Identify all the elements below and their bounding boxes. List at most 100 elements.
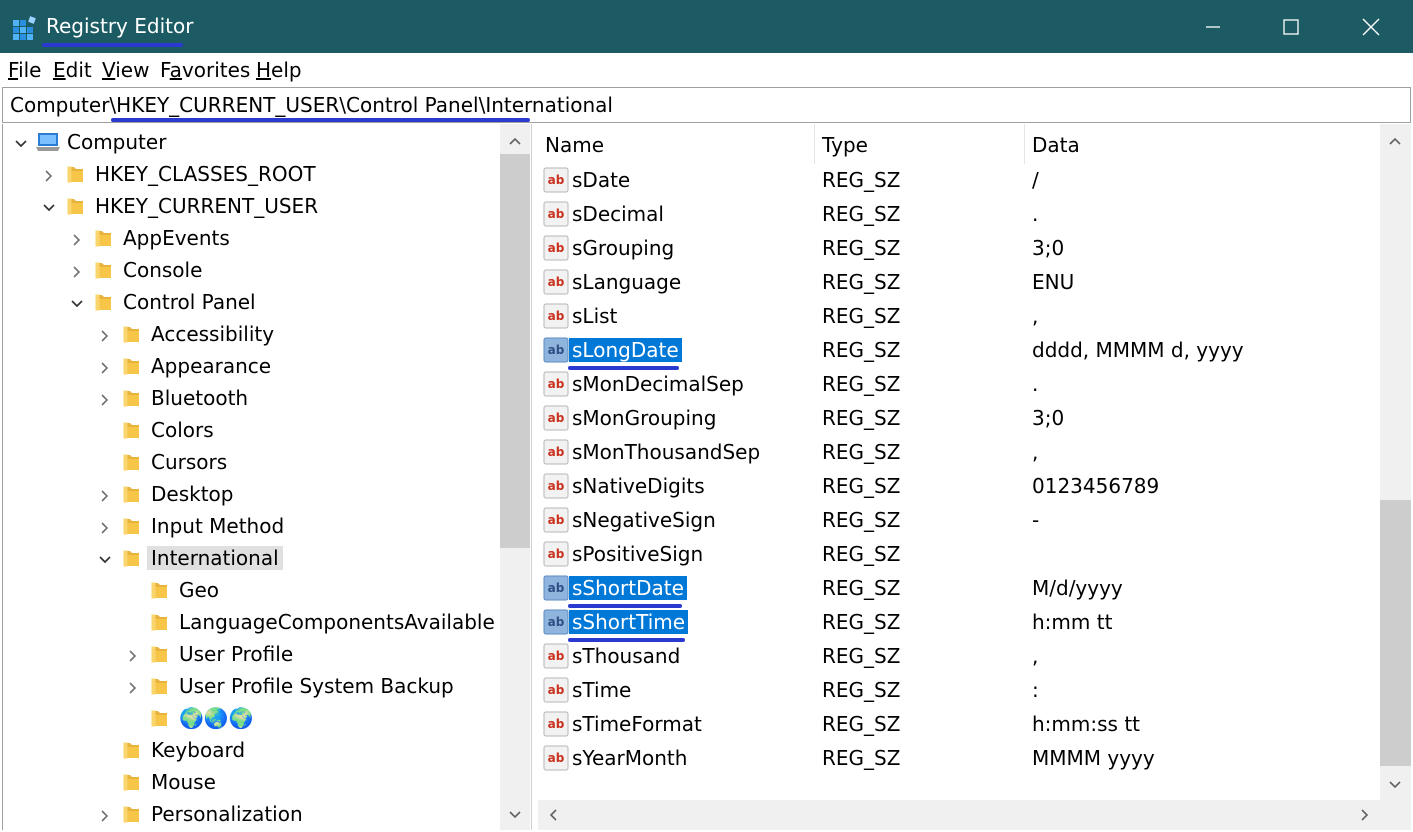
list-row[interactable]: ab sTime REG_SZ: bbox=[538, 674, 1380, 708]
list-row[interactable]: ab sPositiveSign REG_SZ bbox=[538, 538, 1380, 572]
tree-item[interactable]: Mouse bbox=[3, 766, 501, 798]
tree-item[interactable]: Colors bbox=[3, 414, 501, 446]
tree-item[interactable]: User Profile bbox=[3, 638, 501, 670]
list-row[interactable]: ab sDate REG_SZ / bbox=[538, 164, 1380, 198]
list-row[interactable]: ab sNegativeSign REG_SZ - bbox=[538, 504, 1380, 538]
chevron-right-icon[interactable] bbox=[125, 645, 141, 662]
scroll-down-arrow-icon[interactable] bbox=[500, 800, 530, 830]
tree-item[interactable]: HKEY_CLASSES_ROOT bbox=[3, 158, 501, 190]
scroll-left-arrow-icon[interactable] bbox=[538, 800, 568, 830]
list-row[interactable]: ab sShortTime REG_SZ h:mm tt bbox=[538, 606, 1380, 642]
list-row[interactable]: ab sMonThousandSep REG_SZ, bbox=[538, 436, 1380, 470]
scroll-down-arrow-icon[interactable] bbox=[1380, 770, 1410, 800]
chevron-down-icon[interactable] bbox=[97, 549, 113, 565]
tree-item[interactable]: Computer bbox=[3, 126, 501, 158]
menu-help[interactable]: Help bbox=[256, 58, 302, 82]
list-row[interactable]: ab sMonDecimalSep REG_SZ. bbox=[538, 368, 1380, 402]
tree-item[interactable]: Desktop bbox=[3, 478, 501, 510]
tree-item-label: Computer bbox=[67, 130, 167, 154]
scroll-right-arrow-icon[interactable] bbox=[1350, 800, 1380, 830]
list-row[interactable]: ab sTimeFormat REG_SZ h:mm:ss tt bbox=[538, 708, 1380, 742]
minimize-button[interactable] bbox=[1173, 0, 1253, 53]
list-row[interactable]: ab sThousand REG_SZ, bbox=[538, 640, 1380, 674]
value-data: , bbox=[1032, 644, 1039, 668]
column-header-type[interactable]: Type bbox=[815, 124, 1025, 164]
list-row[interactable]: ab sLongDate REG_SZ dddd, MMMM d, yyyy bbox=[538, 334, 1380, 370]
scroll-up-arrow-icon[interactable] bbox=[500, 126, 530, 156]
tree-item-label: Mouse bbox=[151, 770, 216, 794]
menu-favorites[interactable]: Favorites bbox=[160, 58, 250, 82]
tree-item[interactable]: HKEY_CURRENT_USER bbox=[3, 190, 501, 222]
tree-item[interactable]: Keyboard bbox=[3, 734, 501, 766]
list-row[interactable]: ab sNativeDigits REG_SZ 0123456789 bbox=[538, 470, 1380, 504]
maximize-button[interactable] bbox=[1251, 0, 1331, 53]
chevron-right-icon[interactable] bbox=[41, 165, 57, 182]
values-list-pane[interactable]: Name Type Data ab sDate REG_SZ / ab sDecimal R… bbox=[538, 124, 1411, 830]
value-name: sPositiveSign bbox=[572, 542, 704, 566]
folder-icon bbox=[122, 323, 142, 345]
tree-item[interactable]: Geo bbox=[3, 574, 501, 606]
tree-item[interactable]: AppEvents bbox=[3, 222, 501, 254]
list-row[interactable]: ab sList REG_SZ, bbox=[538, 300, 1380, 334]
string-value-icon: ab bbox=[543, 167, 569, 193]
scroll-up-arrow-icon[interactable] bbox=[1380, 126, 1410, 156]
close-button[interactable] bbox=[1331, 0, 1411, 53]
tree-item[interactable]: Console bbox=[3, 254, 501, 286]
tree-item[interactable]: Input Method bbox=[3, 510, 501, 542]
list-row[interactable]: ab sDecimal REG_SZ. bbox=[538, 198, 1380, 232]
pane-splitter[interactable] bbox=[531, 124, 537, 830]
chevron-right-icon[interactable] bbox=[69, 229, 85, 246]
tree-item[interactable]: Cursors bbox=[3, 446, 501, 478]
tree-item[interactable]: User Profile System Backup bbox=[3, 670, 501, 702]
chevron-down-icon[interactable] bbox=[69, 293, 85, 309]
chevron-right-icon[interactable] bbox=[125, 677, 141, 694]
tree-vertical-scrollbar[interactable] bbox=[500, 124, 530, 830]
chevron-right-icon[interactable] bbox=[97, 517, 113, 534]
tree-item[interactable]: Appearance bbox=[3, 350, 501, 382]
list-row[interactable]: ab sLanguage REG_SZ ENU bbox=[538, 266, 1380, 300]
string-value-icon: ab bbox=[543, 201, 569, 227]
minimize-icon bbox=[1205, 19, 1221, 35]
chevron-right-icon[interactable] bbox=[97, 485, 113, 502]
list-row[interactable]: ab sShortDate REG_SZ M/d/yyyy bbox=[538, 572, 1380, 608]
menu-file[interactable]: File bbox=[8, 58, 41, 82]
list-scroll-thumb[interactable] bbox=[1380, 500, 1411, 766]
address-bar[interactable]: Computer\HKEY_CURRENT_USER\Control Panel… bbox=[2, 87, 1411, 123]
tree-item-label: User Profile bbox=[179, 642, 294, 666]
column-header-name[interactable]: Name bbox=[538, 124, 815, 164]
tree-item[interactable]: Accessibility bbox=[3, 318, 501, 350]
chevron-right-icon[interactable] bbox=[97, 389, 113, 406]
string-value-icon: ab bbox=[543, 371, 569, 397]
tree-item[interactable]: 🌍🌏🌍 bbox=[3, 702, 501, 734]
address-path[interactable]: Computer\HKEY_CURRENT_USER\Control Panel… bbox=[10, 93, 613, 117]
folder-icon bbox=[150, 707, 170, 729]
chevron-right-icon[interactable] bbox=[97, 805, 113, 822]
menu-view[interactable]: View bbox=[102, 58, 149, 82]
list-row[interactable]: ab sMonGrouping REG_SZ 3;0 bbox=[538, 402, 1380, 436]
list-row[interactable]: ab sYearMonth REG_SZ MMMM yyyy bbox=[538, 742, 1380, 776]
tree-item[interactable]: Personalization bbox=[3, 798, 501, 830]
list-horizontal-scrollbar[interactable] bbox=[538, 800, 1380, 830]
key-tree-pane[interactable]: Computer HKEY_CLASSES_ROOT HKEY_CURRENT_US… bbox=[2, 124, 531, 830]
chevron-right-icon[interactable] bbox=[69, 261, 85, 278]
value-data: - bbox=[1032, 508, 1040, 532]
tree-scroll-thumb[interactable] bbox=[500, 154, 530, 548]
value-type: REG_SZ bbox=[822, 644, 901, 668]
list-vertical-scrollbar[interactable] bbox=[1380, 124, 1411, 800]
title-bar[interactable]: Registry Editor bbox=[0, 0, 1413, 53]
column-header-data[interactable]: Data bbox=[1025, 124, 1380, 164]
tree-item[interactable]: Bluetooth bbox=[3, 382, 501, 414]
tree-item[interactable]: Control Panel bbox=[3, 286, 501, 318]
chevron-right-icon[interactable] bbox=[97, 325, 113, 342]
chevron-down-icon[interactable] bbox=[41, 197, 57, 213]
chevron-right-icon[interactable] bbox=[97, 357, 113, 374]
list-row[interactable]: ab sGrouping REG_SZ 3;0 bbox=[538, 232, 1380, 266]
tree-item[interactable]: International bbox=[3, 542, 501, 574]
tree-item[interactable]: LanguageComponentsAvailable bbox=[3, 606, 501, 638]
folder-icon bbox=[122, 803, 142, 825]
svg-text:ab: ab bbox=[548, 173, 565, 187]
tree-item-label: HKEY_CURRENT_USER bbox=[95, 194, 319, 218]
folder-icon bbox=[122, 771, 142, 793]
menu-edit[interactable]: Edit bbox=[53, 58, 92, 82]
chevron-down-icon[interactable] bbox=[13, 133, 29, 149]
